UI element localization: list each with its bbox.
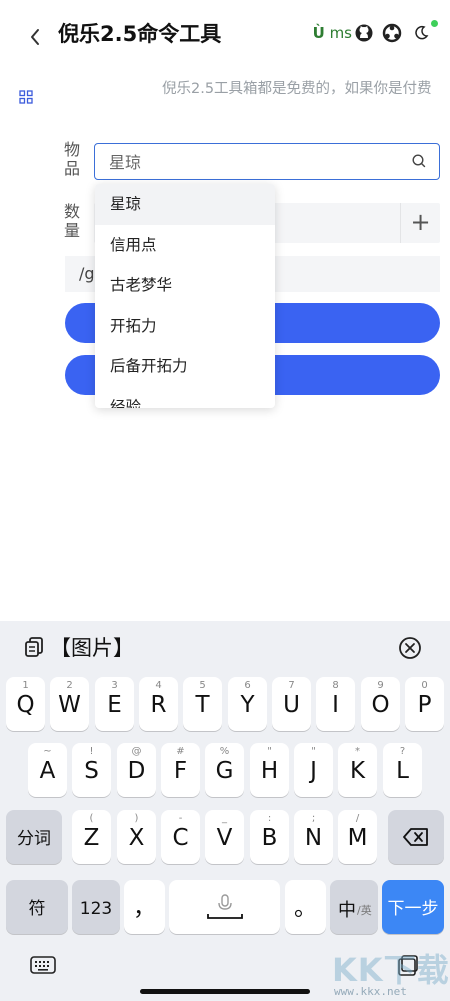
- page-title: 倪乐2.5命令工具: [58, 22, 222, 46]
- ums-link[interactable]: Ù ms: [313, 24, 352, 42]
- increment-button[interactable]: +: [400, 203, 440, 243]
- keyboard-icon[interactable]: [30, 955, 56, 975]
- key-n[interactable]: ; N: [294, 810, 333, 864]
- fenci-key[interactable]: 分词: [6, 810, 62, 864]
- key-v[interactable]: _ V: [205, 810, 244, 864]
- comma-key[interactable]: ，: [124, 880, 165, 934]
- language-switch-key[interactable]: 中 /英: [330, 880, 378, 934]
- grid-menu-icon[interactable]: [19, 90, 33, 104]
- backspace-key[interactable]: [388, 810, 444, 864]
- dropdown-option[interactable]: 经验: [95, 387, 275, 409]
- key-s[interactable]: ! S: [72, 743, 111, 797]
- number-key[interactable]: 123: [72, 880, 120, 934]
- header-actions: Ù ms: [313, 20, 438, 44]
- key-t[interactable]: 5T: [183, 677, 222, 731]
- key-a[interactable]: ~ A: [28, 743, 67, 797]
- space-key[interactable]: [169, 880, 280, 934]
- period-key[interactable]: 。: [285, 880, 326, 934]
- notice-marquee: 倪乐2.5工具箱都是免费的，如果你是付费: [162, 81, 432, 97]
- key-f[interactable]: # F: [161, 743, 200, 797]
- item-search-field[interactable]: [94, 143, 440, 180]
- symbol-key[interactable]: 符: [6, 880, 68, 934]
- dropdown-option[interactable]: 星琼: [95, 184, 275, 225]
- dropdown-option[interactable]: 古老梦华: [95, 265, 275, 306]
- quantity-label: 数量: [64, 202, 81, 240]
- back-button[interactable]: [24, 22, 48, 50]
- key-p[interactable]: 0P: [405, 677, 444, 731]
- dropdown-option[interactable]: 后备开拓力: [95, 346, 275, 387]
- item-label: 物品: [64, 140, 81, 178]
- key-k[interactable]: * K: [338, 743, 377, 797]
- key-g[interactable]: % G: [205, 743, 244, 797]
- key-e[interactable]: 3E: [95, 677, 134, 731]
- key-j[interactable]: " J: [294, 743, 333, 797]
- microphone-icon: [207, 894, 243, 919]
- key-o[interactable]: 9O: [361, 677, 400, 731]
- app-header: 倪乐2.5命令工具 Ù ms: [0, 0, 450, 70]
- key-r[interactable]: 4R: [139, 677, 178, 731]
- close-icon[interactable]: [398, 636, 422, 660]
- status-dot: [431, 20, 438, 27]
- home-indicator[interactable]: [140, 989, 310, 994]
- key-l[interactable]: ? L: [383, 743, 422, 797]
- clipboard-icon[interactable]: [24, 636, 44, 658]
- key-y[interactable]: 6Y: [228, 677, 267, 731]
- key-b[interactable]: :B: [250, 810, 289, 864]
- theme-toggle[interactable]: [410, 20, 438, 44]
- key-i[interactable]: 8I: [316, 677, 355, 731]
- back-arrow-icon: [31, 29, 39, 45]
- search-icon[interactable]: [411, 153, 427, 169]
- dropdown-option[interactable]: 信用点: [95, 225, 275, 266]
- github-icon[interactable]: [354, 23, 374, 43]
- key-h[interactable]: " H: [250, 743, 289, 797]
- key-q[interactable]: 1Q: [6, 677, 45, 731]
- next-button[interactable]: 下一步: [382, 880, 444, 934]
- key-u[interactable]: 7U: [272, 677, 311, 731]
- clipboard-content[interactable]: 【图片】: [50, 632, 134, 662]
- key-c[interactable]: -C: [161, 810, 200, 864]
- item-dropdown: 星琼 信用点 古老梦华 开拓力 后备开拓力 经验: [95, 184, 275, 408]
- dropdown-option[interactable]: 开拓力: [95, 306, 275, 347]
- backspace-icon: [403, 828, 428, 846]
- key-d[interactable]: @ D: [117, 743, 156, 797]
- command-text: /g: [79, 264, 95, 283]
- community-icon[interactable]: [382, 23, 402, 43]
- key-x[interactable]: ) X: [117, 810, 156, 864]
- item-input[interactable]: [109, 144, 399, 178]
- moon-icon: [415, 25, 429, 40]
- key-m[interactable]: / M: [338, 810, 377, 864]
- watermark-url: www.kkx.net: [334, 985, 407, 998]
- key-z[interactable]: (Z: [72, 810, 111, 864]
- key-w[interactable]: 2W: [50, 677, 89, 731]
